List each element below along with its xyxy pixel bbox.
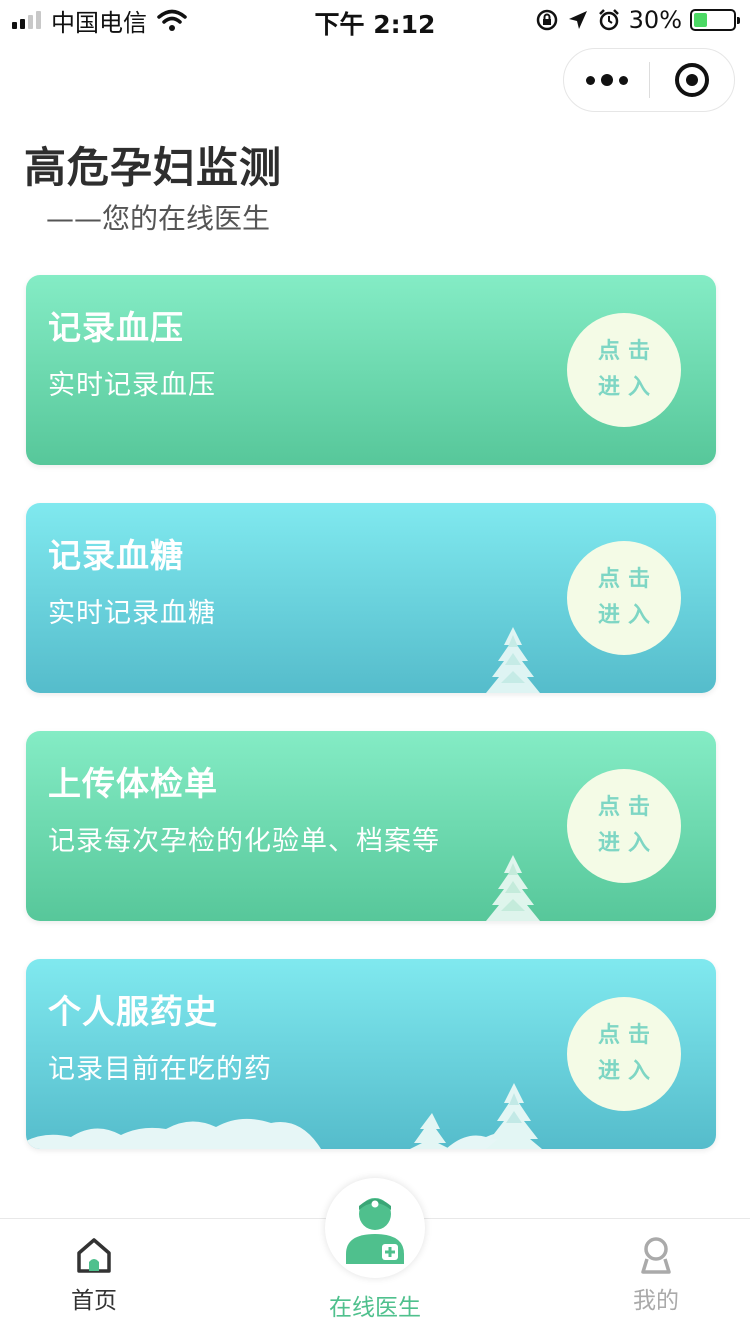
- enter-button[interactable]: 点击 进入: [567, 313, 681, 427]
- rotation-lock-icon: [536, 9, 557, 31]
- enter-button-line2: 进入: [597, 831, 658, 856]
- enter-button-line1: 点击: [597, 567, 658, 592]
- user-icon: [641, 1237, 671, 1274]
- miniprogram-capsule: [563, 48, 735, 112]
- location-icon: [568, 11, 587, 29]
- enter-button-line1: 点击: [597, 795, 658, 820]
- card-title: 记录血糖: [48, 536, 184, 575]
- alarm-icon: [598, 9, 619, 31]
- card-description: 实时记录血压: [48, 370, 216, 401]
- tab-home[interactable]: 首页: [44, 1219, 144, 1334]
- tab-online-doctor-label: 在线医生: [329, 1295, 421, 1321]
- card-description: 实时记录血糖: [48, 598, 216, 629]
- page-title: 高危孕妇监测: [24, 143, 283, 192]
- enter-button[interactable]: 点击 进入: [567, 997, 681, 1111]
- tab-mine-label: 我的: [633, 1288, 679, 1314]
- card-title: 个人服药史: [48, 992, 218, 1031]
- enter-button[interactable]: 点击 进入: [567, 769, 681, 883]
- page-subtitle: ——您的在线医生: [46, 202, 271, 235]
- enter-button[interactable]: 点击 进入: [567, 541, 681, 655]
- card-title: 记录血压: [48, 308, 184, 347]
- enter-button-line1: 点击: [597, 1023, 658, 1048]
- card-medication-history[interactable]: 个人服药史 记录目前在吃的药 点击 进入: [26, 959, 716, 1149]
- card-blood-pressure[interactable]: 记录血压 实时记录血压 点击 进入: [26, 275, 716, 465]
- status-right: 30%: [535, 6, 740, 34]
- card-description: 记录每次孕检的化验单、档案等: [48, 826, 440, 857]
- status-bar: 中国电信 下午 2:12 30%: [0, 0, 750, 40]
- more-icon[interactable]: [564, 49, 649, 111]
- card-blood-sugar[interactable]: 记录血糖 实时记录血糖 点击 进入: [26, 503, 716, 693]
- enter-button-line2: 进入: [597, 1059, 658, 1084]
- home-icon: [77, 1238, 111, 1273]
- tab-online-doctor[interactable]: [325, 1178, 425, 1278]
- tab-mine[interactable]: 我的: [606, 1219, 706, 1334]
- enter-button-line2: 进入: [597, 603, 658, 628]
- close-miniprogram-button[interactable]: [650, 49, 734, 111]
- tab-home-label: 首页: [71, 1288, 117, 1314]
- enter-button-line2: 进入: [597, 375, 658, 400]
- enter-button-line1: 点击: [597, 339, 658, 364]
- card-upload-checkup[interactable]: 上传体检单 记录每次孕检的化验单、档案等 点击 进入: [26, 731, 716, 921]
- battery-icon: [690, 9, 740, 31]
- card-title: 上传体检单: [48, 764, 218, 803]
- doctor-icon: [346, 1198, 404, 1264]
- tree-decoration: [486, 855, 540, 921]
- close-miniprogram-icon: [675, 63, 709, 97]
- battery-percent: 30%: [628, 6, 682, 34]
- tree-decoration: [486, 627, 540, 693]
